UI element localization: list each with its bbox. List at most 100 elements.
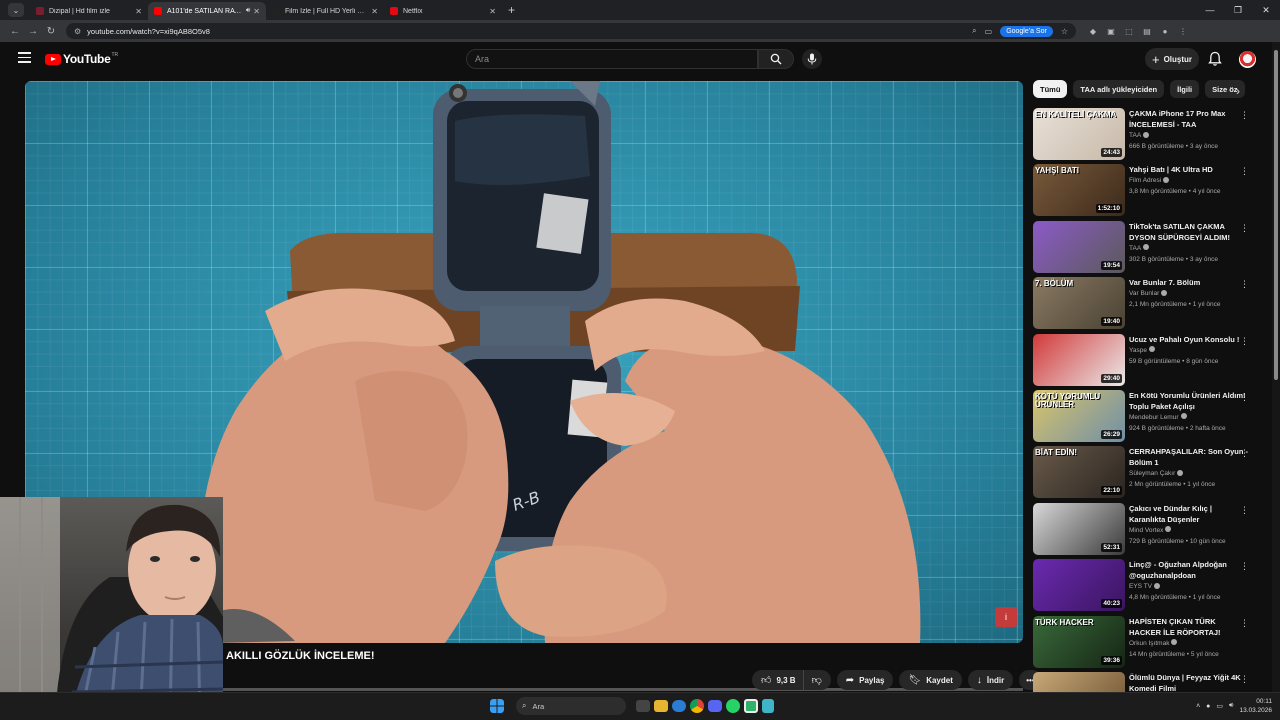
cast-icon[interactable]: ▭ xyxy=(985,27,993,36)
recommendation-item[interactable]: 29:40 Ucuz ve Pahalı Oyun Konsolu ! Yaspe 5… xyxy=(1033,333,1261,390)
profile-icon[interactable]: ● xyxy=(1156,27,1174,36)
close-window-button[interactable]: ✕ xyxy=(1252,0,1280,20)
search-button[interactable] xyxy=(758,49,794,69)
volume-icon[interactable]: 🔊︎ xyxy=(1229,702,1233,710)
recommendation-title[interactable]: Yahşi Batı | 4K Ultra HD xyxy=(1129,164,1249,175)
recommendation-title[interactable]: TikTok'ta SATILAN ÇAKMA DYSON SÜPÜRGEYİ … xyxy=(1129,221,1249,243)
more-options-icon[interactable]: ⋮ xyxy=(1240,166,1249,177)
download-button[interactable]: ↓ İndir xyxy=(967,670,1014,690)
tab-search-button[interactable]: ⌄ xyxy=(8,3,24,17)
channel-row[interactable]: Mendebur Lemur xyxy=(1129,412,1249,423)
video-thumbnail[interactable]: TÜRK HACKER 39:36 xyxy=(1033,615,1125,668)
recommendation-title[interactable]: Linç@ - Oğuzhan Alpdoğan @oguzhanalpdoan xyxy=(1129,559,1249,581)
video-thumbnail[interactable]: 29:40 xyxy=(1033,333,1125,386)
video-thumbnail[interactable]: 40:23 xyxy=(1033,559,1125,612)
youtube-logo[interactable]: YouTube TR xyxy=(45,52,118,66)
recommendation-title[interactable]: Ucuz ve Pahalı Oyun Konsolu ! xyxy=(1129,334,1249,345)
tray-expand-icon[interactable]: ˄ xyxy=(1196,703,1200,710)
video-thumbnail[interactable]: YAHŞİ BATI 1:52:10 xyxy=(1033,164,1125,217)
minimize-button[interactable]: — xyxy=(1196,0,1224,20)
browser-tab[interactable]: Netflix ✕ xyxy=(384,2,502,20)
network-icon[interactable]: ▭ xyxy=(1216,702,1223,710)
recommendation-item[interactable]: TÜRK HACKER 39:36 HAPİSTEN ÇIKAN TÜRK HACK… xyxy=(1033,615,1261,672)
clock[interactable]: 00:11 13.03.2026 xyxy=(1239,697,1272,715)
search-input[interactable]: Ara xyxy=(466,49,758,69)
save-button[interactable]: 🔖︎ Kaydet xyxy=(899,670,962,690)
file-explorer-icon[interactable] xyxy=(654,700,668,712)
reload-button[interactable]: ↻ xyxy=(42,26,60,37)
task-view-icon[interactable] xyxy=(636,700,650,712)
recording-app-icon[interactable] xyxy=(744,699,758,713)
taskbar-search[interactable]: ⌕ Ara xyxy=(516,697,626,715)
filter-chip[interactable]: İlgili xyxy=(1170,80,1200,98)
address-bar[interactable]: ⚙ youtube.com/watch?v=xi9qAB8O5v8 ⌕ ▭ Go… xyxy=(66,23,1076,39)
filter-chip[interactable]: Tümü xyxy=(1033,80,1068,98)
more-options-icon[interactable]: ⋮ xyxy=(1240,392,1249,403)
zoom-icon[interactable]: ⌕ xyxy=(972,26,976,36)
extension-icon[interactable]: ▣ xyxy=(1102,27,1120,36)
tray-app-icon[interactable]: ● xyxy=(1206,703,1210,710)
channel-row[interactable]: TAA xyxy=(1129,243,1249,254)
more-options-icon[interactable]: ⋮ xyxy=(1240,110,1249,121)
create-button[interactable]: + Oluştur xyxy=(1145,48,1199,70)
menu-icon[interactable] xyxy=(18,52,31,63)
video-thumbnail[interactable]: 52:31 xyxy=(1033,502,1125,555)
info-card-icon[interactable]: i xyxy=(995,607,1017,627)
recommendation-item[interactable]: KÖTÜ YORUMLU ÜRÜNLER 26:29 En Kötü Yorumlu… xyxy=(1033,389,1261,446)
tab-close-icon[interactable]: ✕ xyxy=(253,7,260,16)
notifications-bell-icon[interactable] xyxy=(1206,50,1224,68)
channel-row[interactable]: Film Adresi xyxy=(1129,175,1249,186)
more-options-icon[interactable]: ⋮ xyxy=(1240,448,1249,459)
recommendation-title[interactable]: Ölümlü Dünya | Feyyaz Yiğit 4K Komedi Fi… xyxy=(1129,672,1249,694)
tab-close-icon[interactable]: ✕ xyxy=(135,7,142,16)
channel-row[interactable]: EYS TV xyxy=(1129,581,1249,592)
video-thumbnail[interactable]: 7. BÖLÜM 19:40 xyxy=(1033,277,1125,330)
recommendation-title[interactable]: ÇAKMA iPhone 17 Pro Max İNCELEMESİ - TAA xyxy=(1129,108,1249,130)
recommendation-item[interactable]: EN KALİTELİ ÇAKMA 24:43 ÇAKMA iPhone 17 Pr… xyxy=(1033,108,1261,164)
tab-audio-icon[interactable]: 🔊︎ xyxy=(246,7,250,15)
video-thumbnail[interactable]: BİAT EDİN! 22:10 xyxy=(1033,446,1125,499)
channel-row[interactable]: Orkun Işıtmak xyxy=(1129,638,1249,649)
account-avatar[interactable] xyxy=(1239,51,1256,68)
scrollbar-thumb[interactable] xyxy=(1274,50,1278,380)
windows-start-icon[interactable] xyxy=(490,699,504,713)
like-button[interactable]: 👍︎ 9,3 B xyxy=(752,670,804,690)
recommendation-title[interactable]: Var Bunlar 7. Bölüm xyxy=(1129,277,1249,288)
filter-chip[interactable]: TAA adlı yükleyiciden xyxy=(1073,80,1165,98)
dislike-button[interactable]: 👎︎ xyxy=(803,670,831,690)
more-options-icon[interactable]: ⋮ xyxy=(1240,279,1249,290)
channel-row[interactable]: TAA xyxy=(1129,130,1249,141)
tab-close-icon[interactable]: ✕ xyxy=(489,7,496,16)
tab-close-icon[interactable]: ✕ xyxy=(371,7,378,16)
site-info-icon[interactable]: ⚙ xyxy=(74,27,81,36)
back-button[interactable]: ← xyxy=(6,26,24,37)
google-sor-button[interactable]: Google'a Sor xyxy=(1000,25,1053,37)
shield-extension-icon[interactable]: ◆ xyxy=(1084,27,1102,36)
discord-icon[interactable] xyxy=(708,700,722,712)
recommendation-title[interactable]: Çakıcı ve Dündar Kılıç | Karanlıkta Düşe… xyxy=(1129,503,1249,525)
notepad-icon[interactable] xyxy=(762,699,774,713)
more-options-icon[interactable]: ⋮ xyxy=(1240,561,1249,572)
recommendation-item[interactable]: 7. BÖLÜM 19:40 Var Bunlar 7. Bölüm Var Bunl… xyxy=(1033,277,1261,333)
recommendation-item[interactable]: BİAT EDİN! 22:10 CERRAHPAŞALILAR: Son Oyun… xyxy=(1033,446,1261,502)
maximize-button[interactable]: ❐ xyxy=(1224,0,1252,20)
more-options-icon[interactable]: ⋮ xyxy=(1240,618,1249,629)
recommendation-title[interactable]: CERRAHPAŞALILAR: Son Oyun - Bölüm 1 xyxy=(1129,446,1249,468)
page-scrollbar[interactable] xyxy=(1272,42,1280,698)
chrome-icon[interactable] xyxy=(690,699,704,713)
recommendation-item[interactable]: 19:54 TikTok'ta SATILAN ÇAKMA DYSON SÜPÜR… xyxy=(1033,220,1261,277)
voice-search-button[interactable] xyxy=(802,49,822,69)
more-options-icon[interactable]: ⋮ xyxy=(1240,674,1249,685)
video-thumbnail[interactable]: 19:54 xyxy=(1033,220,1125,273)
mail-icon[interactable] xyxy=(672,700,686,712)
chips-next-icon[interactable]: › xyxy=(1236,84,1240,98)
new-tab-button[interactable]: + xyxy=(508,3,515,17)
channel-row[interactable]: Süleyman Çakır xyxy=(1129,468,1249,479)
forward-button[interactable]: → xyxy=(24,26,42,37)
more-options-icon[interactable]: ⋮ xyxy=(1240,223,1249,234)
channel-row[interactable]: Mind Vortex xyxy=(1129,525,1249,536)
video-thumbnail[interactable]: EN KALİTELİ ÇAKMA 24:43 xyxy=(1033,108,1125,160)
whatsapp-icon[interactable] xyxy=(726,699,740,713)
sidepanel-icon[interactable]: ▤ xyxy=(1138,27,1156,36)
recommendation-item[interactable]: YAHŞİ BATI 1:52:10 Yahşi Batı | 4K Ultra H… xyxy=(1033,164,1261,220)
